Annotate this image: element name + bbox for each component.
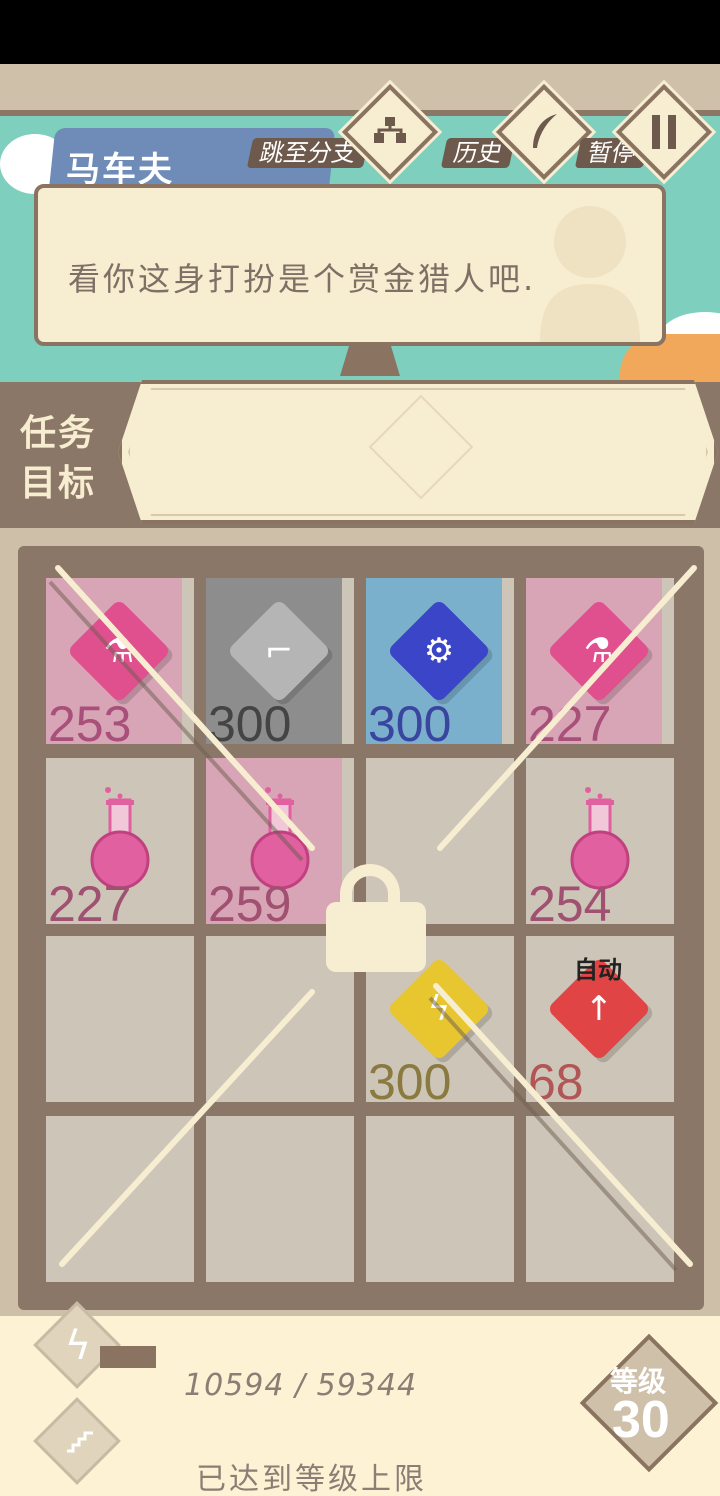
auto-label: 自动 bbox=[574, 956, 622, 984]
game-scene: 马车夫 跳至分支 历史 暂停 看你这身打扮是个赏金猎人吧. 任务 目标 ⚗ 253… bbox=[0, 64, 720, 1496]
xp-bar bbox=[100, 1346, 156, 1368]
ladder-icon bbox=[52, 1414, 108, 1470]
lock-icon[interactable] bbox=[326, 902, 426, 972]
xp-text: 10594 / 59344 bbox=[184, 1368, 418, 1403]
level-value: 30 bbox=[612, 1391, 670, 1449]
lightning-icon: ϟ bbox=[64, 1323, 92, 1369]
max-level-text: 已达到等级上限 bbox=[196, 1462, 427, 1496]
lock-cross-lines bbox=[48, 565, 697, 1272]
